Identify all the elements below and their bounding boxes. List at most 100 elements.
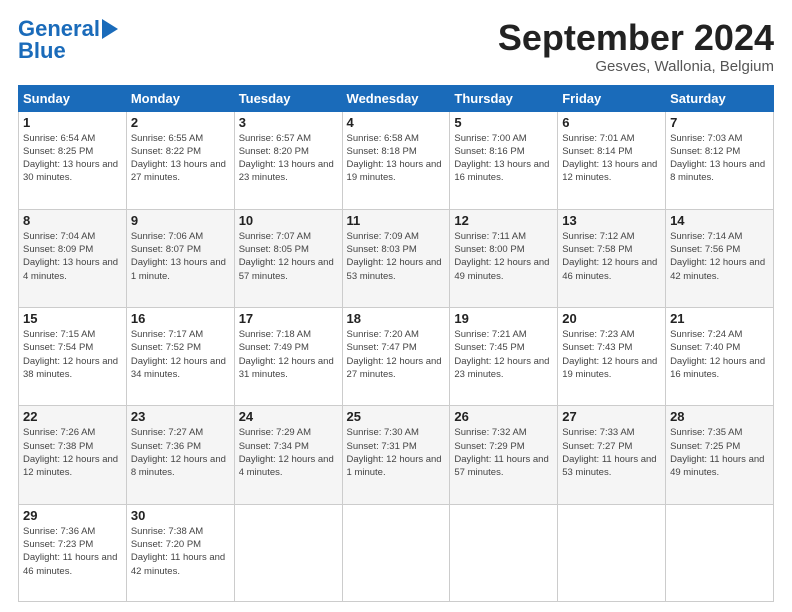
weekday-header-tuesday: Tuesday bbox=[234, 85, 342, 111]
calendar-cell: 16 Sunrise: 7:17 AMSunset: 7:52 PMDaylig… bbox=[126, 308, 234, 406]
calendar-cell: 11 Sunrise: 7:09 AMSunset: 8:03 PMDaylig… bbox=[342, 209, 450, 307]
day-number: 9 bbox=[131, 213, 230, 228]
calendar-cell: 17 Sunrise: 7:18 AMSunset: 7:49 PMDaylig… bbox=[234, 308, 342, 406]
location: Gesves, Wallonia, Belgium bbox=[498, 58, 774, 75]
calendar-cell bbox=[342, 504, 450, 601]
calendar-cell: 21 Sunrise: 7:24 AMSunset: 7:40 PMDaylig… bbox=[666, 308, 774, 406]
calendar-cell: 19 Sunrise: 7:21 AMSunset: 7:45 PMDaylig… bbox=[450, 308, 558, 406]
header: General Blue September 2024 Gesves, Wall… bbox=[18, 18, 774, 75]
calendar-cell: 25 Sunrise: 7:30 AMSunset: 7:31 PMDaylig… bbox=[342, 406, 450, 504]
day-info: Sunrise: 7:04 AMSunset: 8:09 PMDaylight:… bbox=[23, 231, 118, 282]
day-number: 17 bbox=[239, 311, 338, 326]
day-info: Sunrise: 7:03 AMSunset: 8:12 PMDaylight:… bbox=[670, 133, 765, 184]
day-number: 8 bbox=[23, 213, 122, 228]
day-number: 25 bbox=[347, 409, 446, 424]
day-info: Sunrise: 7:18 AMSunset: 7:49 PMDaylight:… bbox=[239, 329, 334, 380]
calendar-cell: 7 Sunrise: 7:03 AMSunset: 8:12 PMDayligh… bbox=[666, 111, 774, 209]
day-number: 11 bbox=[347, 213, 446, 228]
logo: General Blue bbox=[18, 18, 118, 62]
day-info: Sunrise: 7:35 AMSunset: 7:25 PMDaylight:… bbox=[670, 427, 764, 478]
day-info: Sunrise: 7:36 AMSunset: 7:23 PMDaylight:… bbox=[23, 526, 117, 577]
calendar-cell: 29 Sunrise: 7:36 AMSunset: 7:23 PMDaylig… bbox=[19, 504, 127, 601]
logo-text: General bbox=[18, 18, 100, 40]
day-info: Sunrise: 6:55 AMSunset: 8:22 PMDaylight:… bbox=[131, 133, 226, 184]
day-info: Sunrise: 7:24 AMSunset: 7:40 PMDaylight:… bbox=[670, 329, 765, 380]
day-info: Sunrise: 7:14 AMSunset: 7:56 PMDaylight:… bbox=[670, 231, 765, 282]
day-info: Sunrise: 7:12 AMSunset: 7:58 PMDaylight:… bbox=[562, 231, 657, 282]
day-number: 20 bbox=[562, 311, 661, 326]
calendar-cell: 5 Sunrise: 7:00 AMSunset: 8:16 PMDayligh… bbox=[450, 111, 558, 209]
logo-arrow-icon bbox=[102, 19, 118, 39]
day-number: 7 bbox=[670, 115, 769, 130]
calendar-cell bbox=[450, 504, 558, 601]
day-info: Sunrise: 7:15 AMSunset: 7:54 PMDaylight:… bbox=[23, 329, 118, 380]
day-number: 13 bbox=[562, 213, 661, 228]
day-number: 12 bbox=[454, 213, 553, 228]
day-number: 21 bbox=[670, 311, 769, 326]
calendar-cell: 18 Sunrise: 7:20 AMSunset: 7:47 PMDaylig… bbox=[342, 308, 450, 406]
calendar-cell: 27 Sunrise: 7:33 AMSunset: 7:27 PMDaylig… bbox=[558, 406, 666, 504]
day-number: 19 bbox=[454, 311, 553, 326]
day-info: Sunrise: 7:23 AMSunset: 7:43 PMDaylight:… bbox=[562, 329, 657, 380]
calendar-cell: 22 Sunrise: 7:26 AMSunset: 7:38 PMDaylig… bbox=[19, 406, 127, 504]
day-info: Sunrise: 7:33 AMSunset: 7:27 PMDaylight:… bbox=[562, 427, 656, 478]
calendar: SundayMondayTuesdayWednesdayThursdayFrid… bbox=[18, 85, 774, 602]
calendar-cell: 14 Sunrise: 7:14 AMSunset: 7:56 PMDaylig… bbox=[666, 209, 774, 307]
weekday-header-friday: Friday bbox=[558, 85, 666, 111]
calendar-cell: 13 Sunrise: 7:12 AMSunset: 7:58 PMDaylig… bbox=[558, 209, 666, 307]
calendar-cell: 9 Sunrise: 7:06 AMSunset: 8:07 PMDayligh… bbox=[126, 209, 234, 307]
weekday-header-monday: Monday bbox=[126, 85, 234, 111]
day-info: Sunrise: 7:01 AMSunset: 8:14 PMDaylight:… bbox=[562, 133, 657, 184]
day-number: 15 bbox=[23, 311, 122, 326]
day-info: Sunrise: 7:38 AMSunset: 7:20 PMDaylight:… bbox=[131, 526, 225, 577]
calendar-cell bbox=[234, 504, 342, 601]
day-number: 26 bbox=[454, 409, 553, 424]
calendar-cell: 3 Sunrise: 6:57 AMSunset: 8:20 PMDayligh… bbox=[234, 111, 342, 209]
day-info: Sunrise: 7:29 AMSunset: 7:34 PMDaylight:… bbox=[239, 427, 334, 478]
day-info: Sunrise: 7:21 AMSunset: 7:45 PMDaylight:… bbox=[454, 329, 549, 380]
day-info: Sunrise: 7:07 AMSunset: 8:05 PMDaylight:… bbox=[239, 231, 334, 282]
day-number: 18 bbox=[347, 311, 446, 326]
calendar-cell: 4 Sunrise: 6:58 AMSunset: 8:18 PMDayligh… bbox=[342, 111, 450, 209]
day-number: 1 bbox=[23, 115, 122, 130]
day-number: 22 bbox=[23, 409, 122, 424]
calendar-cell: 15 Sunrise: 7:15 AMSunset: 7:54 PMDaylig… bbox=[19, 308, 127, 406]
day-number: 23 bbox=[131, 409, 230, 424]
calendar-cell: 26 Sunrise: 7:32 AMSunset: 7:29 PMDaylig… bbox=[450, 406, 558, 504]
day-info: Sunrise: 6:57 AMSunset: 8:20 PMDaylight:… bbox=[239, 133, 334, 184]
day-info: Sunrise: 7:11 AMSunset: 8:00 PMDaylight:… bbox=[454, 231, 549, 282]
day-info: Sunrise: 7:30 AMSunset: 7:31 PMDaylight:… bbox=[347, 427, 442, 478]
weekday-header-saturday: Saturday bbox=[666, 85, 774, 111]
day-number: 24 bbox=[239, 409, 338, 424]
day-number: 10 bbox=[239, 213, 338, 228]
calendar-cell: 23 Sunrise: 7:27 AMSunset: 7:36 PMDaylig… bbox=[126, 406, 234, 504]
weekday-header-sunday: Sunday bbox=[19, 85, 127, 111]
day-info: Sunrise: 7:20 AMSunset: 7:47 PMDaylight:… bbox=[347, 329, 442, 380]
month-title: September 2024 bbox=[498, 18, 774, 58]
weekday-header-wednesday: Wednesday bbox=[342, 85, 450, 111]
day-number: 2 bbox=[131, 115, 230, 130]
calendar-cell bbox=[666, 504, 774, 601]
day-number: 30 bbox=[131, 508, 230, 523]
calendar-cell: 24 Sunrise: 7:29 AMSunset: 7:34 PMDaylig… bbox=[234, 406, 342, 504]
calendar-cell: 20 Sunrise: 7:23 AMSunset: 7:43 PMDaylig… bbox=[558, 308, 666, 406]
day-info: Sunrise: 7:27 AMSunset: 7:36 PMDaylight:… bbox=[131, 427, 226, 478]
day-info: Sunrise: 7:32 AMSunset: 7:29 PMDaylight:… bbox=[454, 427, 548, 478]
day-info: Sunrise: 7:00 AMSunset: 8:16 PMDaylight:… bbox=[454, 133, 549, 184]
calendar-cell: 10 Sunrise: 7:07 AMSunset: 8:05 PMDaylig… bbox=[234, 209, 342, 307]
calendar-cell: 12 Sunrise: 7:11 AMSunset: 8:00 PMDaylig… bbox=[450, 209, 558, 307]
calendar-cell: 28 Sunrise: 7:35 AMSunset: 7:25 PMDaylig… bbox=[666, 406, 774, 504]
calendar-cell: 1 Sunrise: 6:54 AMSunset: 8:25 PMDayligh… bbox=[19, 111, 127, 209]
day-number: 4 bbox=[347, 115, 446, 130]
day-info: Sunrise: 7:06 AMSunset: 8:07 PMDaylight:… bbox=[131, 231, 226, 282]
weekday-header-thursday: Thursday bbox=[450, 85, 558, 111]
calendar-cell: 30 Sunrise: 7:38 AMSunset: 7:20 PMDaylig… bbox=[126, 504, 234, 601]
day-info: Sunrise: 6:58 AMSunset: 8:18 PMDaylight:… bbox=[347, 133, 442, 184]
day-number: 6 bbox=[562, 115, 661, 130]
calendar-cell: 8 Sunrise: 7:04 AMSunset: 8:09 PMDayligh… bbox=[19, 209, 127, 307]
logo-blue-text: Blue bbox=[18, 40, 66, 62]
day-info: Sunrise: 7:09 AMSunset: 8:03 PMDaylight:… bbox=[347, 231, 442, 282]
day-info: Sunrise: 6:54 AMSunset: 8:25 PMDaylight:… bbox=[23, 133, 118, 184]
day-number: 3 bbox=[239, 115, 338, 130]
calendar-cell: 6 Sunrise: 7:01 AMSunset: 8:14 PMDayligh… bbox=[558, 111, 666, 209]
